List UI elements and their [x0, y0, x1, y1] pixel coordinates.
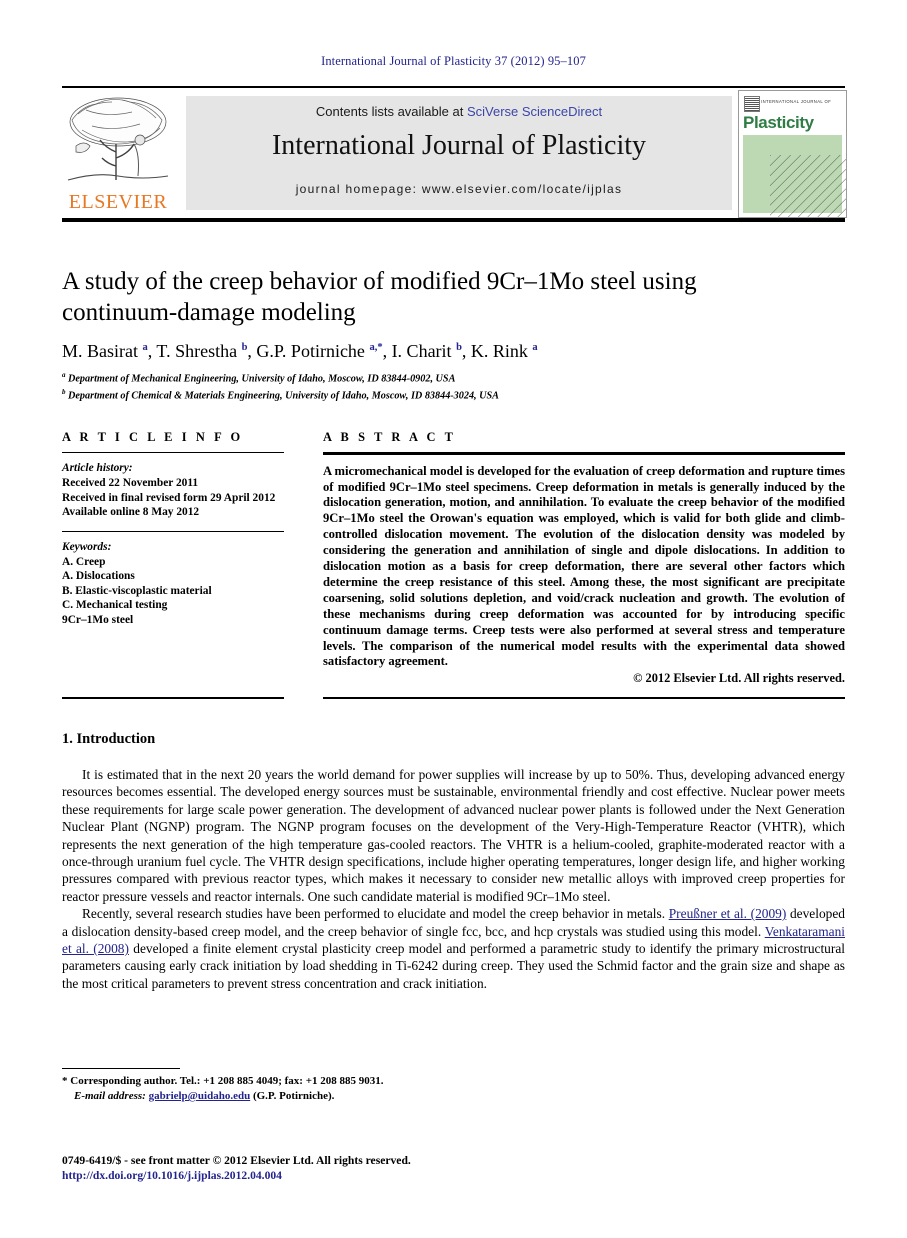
journal-name: International Journal of Plasticity: [271, 130, 647, 161]
article-info-column: A R T I C L E I N F O Article history: R…: [62, 430, 284, 628]
elsevier-logo: ELSEVIER: [62, 92, 174, 216]
issn-line: 0749-6419/$ - see front matter © 2012 El…: [62, 1154, 411, 1167]
affiliation-b: b Department of Chemical & Materials Eng…: [62, 387, 499, 402]
article-history: Article history: Received 22 November 20…: [62, 461, 284, 519]
abstract-rule: [323, 452, 845, 455]
article-info-rule: [62, 452, 284, 454]
running-head: International Journal of Plasticity 37 (…: [321, 54, 586, 68]
introduction-body: It is estimated that in the next 20 year…: [62, 766, 845, 992]
citation-preussner[interactable]: Preußner et al. (2009): [669, 906, 787, 921]
masthead-top-rule: [62, 86, 845, 88]
history-item: Available online 8 May 2012: [62, 506, 200, 519]
journal-cover-thumbnail: INTERNATIONAL JOURNAL OF Plasticity: [738, 90, 847, 218]
abstract-heading: A B S T R A C T: [323, 430, 456, 444]
cover-green-panel: [743, 135, 846, 217]
contents-available-line: Contents lists available at SciVerse Sci…: [186, 104, 732, 119]
affiliations: a Department of Mechanical Engineering, …: [62, 369, 852, 403]
cover-diagonal-lines: [770, 155, 846, 217]
page-title: A study of the creep behavior of modifie…: [62, 268, 697, 326]
elsevier-tree-icon: [67, 97, 169, 181]
abstract-bottom-rule: [323, 697, 845, 699]
paragraph-1: It is estimated that in the next 20 year…: [62, 767, 845, 904]
cover-small-label: INTERNATIONAL JOURNAL OF: [761, 99, 832, 104]
article-history-label: Article history:: [62, 462, 133, 475]
corresponding-author-note: * Corresponding author. Tel.: +1 208 885…: [62, 1074, 562, 1089]
keyword-item: C. Mechanical testing: [62, 599, 168, 612]
journal-title-box: Contents lists available at SciVerse Sci…: [186, 96, 732, 210]
paragraph-2: Recently, several research studies have …: [62, 905, 845, 992]
cover-elsevier-mark-icon: [744, 96, 760, 112]
author-list: M. Basirat a, T. Shrestha b, G.P. Potirn…: [62, 341, 538, 361]
email-suffix: (G.P. Potirniche).: [252, 1090, 335, 1102]
history-item: Received 22 November 2011: [62, 476, 199, 489]
article-info-bottom-rule: [62, 697, 284, 699]
p2-part1: Recently, several research studies have …: [82, 906, 669, 922]
paper-page: International Journal of Plasticity 37 (…: [0, 0, 907, 1238]
keywords-label: Keywords:: [62, 540, 112, 553]
keyword-item: 9Cr–1Mo steel: [62, 613, 134, 626]
article-info-heading: A R T I C L E I N F O: [62, 430, 244, 444]
section-heading-introduction: 1. Introduction: [62, 731, 156, 747]
keyword-item: A. Creep: [62, 555, 106, 568]
email-note: E-mail address: gabrielp@uidaho.edu (G.P…: [62, 1089, 562, 1104]
footnote-block: * Corresponding author. Tel.: +1 208 885…: [62, 1074, 562, 1104]
corresponding-marker: *: [62, 1075, 68, 1087]
masthead-bottom-rule: [62, 218, 845, 222]
abstract-column: A B S T R A C T A micromechanical model …: [323, 430, 845, 686]
affiliation-a: a Department of Mechanical Engineering, …: [62, 371, 456, 385]
keyword-item: B. Elastic-viscoplastic material: [62, 584, 212, 597]
keyword-item: A. Dislocations: [62, 570, 135, 583]
abstract-copyright: © 2012 Elsevier Ltd. All rights reserved…: [633, 671, 845, 686]
issn-block: 0749-6419/$ - see front matter © 2012 El…: [62, 1153, 662, 1183]
contents-prefix: Contents lists available at: [315, 104, 467, 119]
footnote-rule: [62, 1068, 180, 1070]
history-item: Received in final revised form 29 April …: [62, 491, 276, 504]
abstract-text: A micromechanical model is developed for…: [323, 463, 846, 669]
doi-link[interactable]: http://dx.doi.org/10.1016/j.ijplas.2012.…: [62, 1168, 662, 1183]
journal-homepage[interactable]: journal homepage: www.elsevier.com/locat…: [186, 182, 732, 196]
email-link[interactable]: gabrielp@uidaho.edu: [149, 1090, 251, 1102]
corresponding-text: Corresponding author. Tel.: +1 208 885 4…: [70, 1075, 384, 1087]
email-label: E-mail address:: [74, 1090, 146, 1102]
elsevier-wordmark: ELSEVIER: [68, 191, 168, 213]
cover-title: Plasticity: [743, 113, 814, 132]
p2-part3: developed a finite element crystal plast…: [62, 941, 845, 991]
keywords-separator: [62, 530, 284, 532]
sciencedirect-link[interactable]: SciVerse ScienceDirect: [467, 104, 602, 119]
keywords-block: Keywords: A. Creep A. Dislocations B. El…: [62, 540, 284, 628]
journal-masthead: ELSEVIER Contents lists available at Sci…: [62, 90, 847, 218]
